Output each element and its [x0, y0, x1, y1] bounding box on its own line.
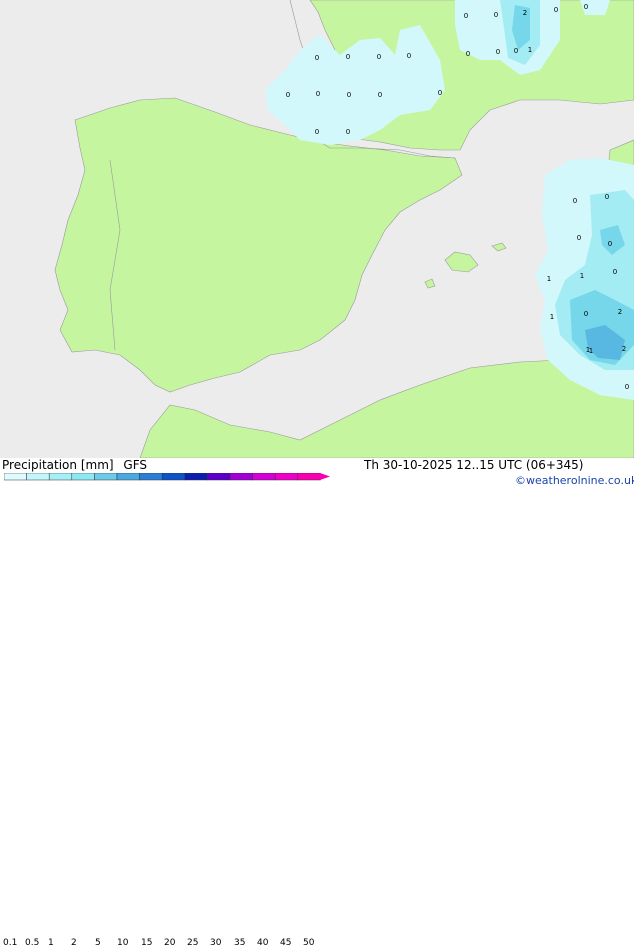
- precip-value-label: 2: [622, 345, 626, 353]
- precip-value-label: 0: [316, 90, 320, 98]
- precip-value-label: 0: [573, 197, 577, 205]
- colorbar-tick-label: 1: [48, 938, 54, 948]
- colorbar-segment: [161, 473, 186, 481]
- colorbar-segment: [184, 473, 208, 481]
- precip-value-label: 1: [547, 275, 551, 283]
- colorbar-tick-label: 5: [95, 938, 101, 948]
- precip-value-label: 0: [347, 91, 351, 99]
- precip-value-label: 0: [315, 54, 319, 62]
- precip-value-label: 0: [464, 12, 468, 20]
- colorbar-tick-label: 2: [71, 938, 77, 948]
- precip-value-label: 0: [625, 383, 629, 391]
- precip-value-label: 0: [577, 234, 581, 242]
- colorbar-tick-label: 10: [117, 938, 129, 948]
- colorbar-segment: [139, 473, 163, 481]
- precipitation-map: 0 0 2 0 00 0 0 10 0 0 00 0 0 0 00 00 001 1001 0 211 20: [0, 0, 634, 458]
- colorbar: [4, 473, 330, 481]
- credit: ©weatherolnine.co.uk: [515, 474, 634, 487]
- colorbar-tick-label: 20: [164, 938, 176, 948]
- precip-value-label: 0: [378, 91, 382, 99]
- precip-value-label: 0: [466, 50, 470, 58]
- colorbar-tick-label: 40: [257, 938, 269, 948]
- colorbar-segment: [94, 473, 118, 481]
- legend-footer: Precipitation [mm] GFS Th 30-10-2025 12.…: [0, 458, 634, 948]
- precip-value-label: 0: [286, 91, 290, 99]
- precip-value-label: 0: [608, 240, 612, 248]
- precip-value-label: 0: [584, 3, 588, 11]
- precip-value-label: 0: [605, 193, 609, 201]
- colorbar-segment: [4, 473, 27, 481]
- precip-value-label: 0: [514, 47, 518, 55]
- colorbar-tick-label: 25: [187, 938, 199, 948]
- precip-value-label: 1: [528, 46, 532, 54]
- precip-value-label: 1: [580, 272, 584, 280]
- legend-title: Precipitation [mm] GFS: [2, 458, 147, 472]
- valid-time: Th 30-10-2025 12..15 UTC (06+345): [364, 458, 584, 472]
- precip-value-label: 0: [346, 53, 350, 61]
- colorbar-tick-label: 0.1: [3, 938, 18, 948]
- colorbar-segment: [274, 473, 299, 481]
- colorbar-segment: [297, 473, 321, 481]
- legend-model: GFS: [123, 458, 147, 472]
- precip-value-label: 1: [550, 313, 554, 321]
- colorbar-segment: [48, 473, 73, 481]
- precip-value-label: 0: [494, 11, 498, 19]
- precip-value-label: 0: [377, 53, 381, 61]
- colorbar-segment: [71, 473, 95, 481]
- precip-value-label: 2: [618, 308, 622, 316]
- colorbar-tick-label: 45: [280, 938, 292, 948]
- colorbar-segment: [252, 473, 276, 481]
- precip-value-label: 0: [438, 89, 442, 97]
- colorbar-arrow: [320, 473, 330, 480]
- precip-value-label: 2: [523, 9, 527, 17]
- colorbar-tick-label: 0.5: [25, 938, 40, 948]
- precip-value-label: 0: [407, 52, 411, 60]
- colorbar-segment: [26, 473, 50, 481]
- colorbar-tick-label: 35: [234, 938, 246, 948]
- precip-value-label: 0: [554, 6, 558, 14]
- precip-value-label: 0: [346, 128, 350, 136]
- precip-value-label: 1: [586, 346, 590, 354]
- colorbar-tick-label: 30: [210, 938, 222, 948]
- colorbar-tick-label: 15: [141, 938, 153, 948]
- colorbar-segment: [229, 473, 253, 481]
- legend-title-text: Precipitation [mm]: [2, 458, 114, 472]
- precip-value-label: 0: [496, 48, 500, 56]
- colorbar-segment: [116, 473, 140, 481]
- colorbar-tick-label: 50: [303, 938, 315, 948]
- precip-value-label: 0: [315, 128, 319, 136]
- precip-value-label: 0: [584, 310, 588, 318]
- precip-value-label: 0: [613, 268, 617, 276]
- colorbar-segment: [207, 473, 231, 481]
